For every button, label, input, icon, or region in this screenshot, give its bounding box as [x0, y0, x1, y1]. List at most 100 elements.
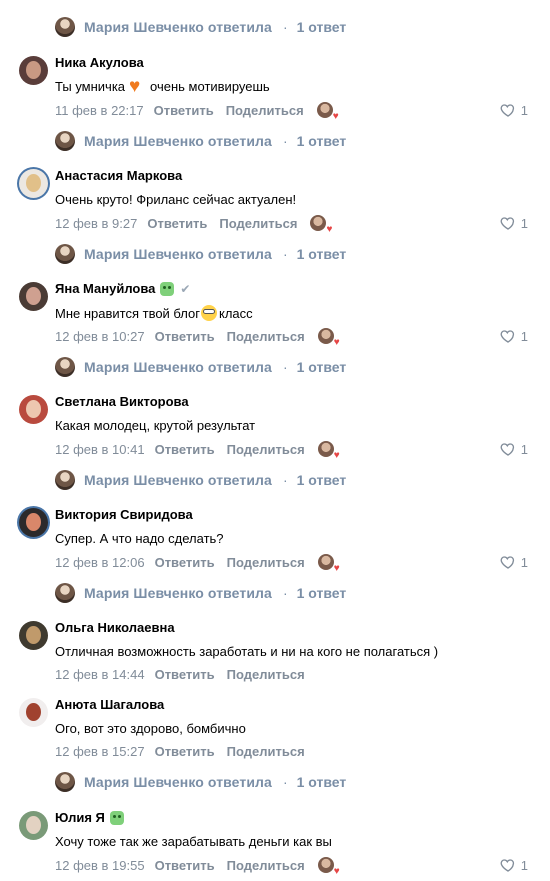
comment-date[interactable]: 12 фев в 14:44 [55, 667, 145, 682]
avatar [55, 131, 75, 151]
comment-text: Мне нравится твой блог класс [55, 305, 253, 321]
separator-dot: · [282, 133, 288, 149]
reply-count[interactable]: 1 ответ [297, 585, 347, 601]
comment-date[interactable]: 11 фев в 22:17 [55, 103, 144, 118]
reply-author: Мария Шевченко ответила [84, 585, 272, 601]
avatar [55, 583, 75, 603]
comment-author[interactable]: Виктория Свиридова [55, 507, 193, 522]
reply-button[interactable]: Ответить [155, 744, 215, 759]
comment-author[interactable]: Анюта Шагалова [55, 697, 164, 712]
comment-meta: 12 фев в 19:55 Ответить Поделиться [55, 857, 340, 877]
comment-text: Очень круто! Фриланс сейчас актуален! [55, 192, 297, 207]
comment-meta: 12 фев в 9:27 Ответить Поделиться [55, 215, 332, 235]
comment-meta: 11 фев в 22:17 Ответить Поделиться [55, 102, 339, 122]
reply-author: Мария Шевченко ответила [84, 246, 272, 262]
like-button[interactable]: 1 [500, 441, 528, 457]
avatar[interactable] [19, 395, 48, 424]
comment-author[interactable]: Яна Мануйлова ✔ [55, 281, 190, 296]
like-button[interactable]: 1 [500, 857, 528, 873]
reply-button[interactable]: Ответить [154, 103, 214, 118]
reply-author: Мария Шевченко ответила [84, 472, 272, 488]
reply-count[interactable]: 1 ответ [297, 19, 347, 35]
reply-thread-toggle[interactable]: Мария Шевченко ответила · 1 ответ [55, 357, 346, 377]
avatar[interactable] [19, 508, 48, 537]
comment-author[interactable]: Светлана Викторова [55, 394, 189, 409]
reply-button[interactable]: Ответить [155, 667, 215, 682]
reply-button[interactable]: Ответить [155, 555, 215, 570]
reply-count[interactable]: 1 ответ [297, 359, 347, 375]
like-count: 1 [520, 857, 528, 873]
author-liked-icon [317, 328, 340, 348]
avatar [55, 357, 75, 377]
reply-button[interactable]: Ответить [155, 442, 215, 457]
share-button[interactable]: Поделиться [227, 744, 305, 759]
share-button[interactable]: Поделиться [227, 329, 305, 344]
comment-date[interactable]: 12 фев в 12:06 [55, 555, 145, 570]
separator-dot: · [282, 359, 288, 375]
grin-face-emoji-icon [201, 305, 217, 321]
avatar[interactable] [19, 698, 48, 727]
comment-text: Хочу тоже так же зарабатывать деньги как… [55, 834, 332, 849]
comment-date[interactable]: 12 фев в 10:27 [55, 329, 145, 344]
comment-date[interactable]: 12 фев в 9:27 [55, 216, 137, 231]
avatar [55, 470, 75, 490]
cat-emoji-badge-icon [160, 281, 175, 296]
comment-date[interactable]: 12 фев в 19:55 [55, 858, 145, 873]
like-count: 1 [520, 441, 528, 457]
share-button[interactable]: Поделиться [227, 555, 305, 570]
reply-count[interactable]: 1 ответ [297, 246, 347, 262]
reply-thread-toggle[interactable]: Мария Шевченко ответила · 1 ответ [55, 131, 346, 151]
separator-dot: · [282, 585, 288, 601]
share-button[interactable]: Поделиться [227, 667, 305, 682]
comment-meta: 12 фев в 12:06 Ответить Поделиться [55, 554, 340, 574]
comment-author[interactable]: Ника Акулова [55, 55, 144, 70]
reply-thread-toggle[interactable]: Мария Шевченко ответила · 1 ответ [55, 470, 346, 490]
like-count: 1 [520, 215, 528, 231]
separator-dot: · [282, 774, 288, 790]
reply-author: Мария Шевченко ответила [84, 133, 272, 149]
author-liked-icon [316, 102, 339, 122]
comment-meta: 12 фев в 14:44 Ответить Поделиться [55, 667, 317, 682]
reply-author: Мария Шевченко ответила [84, 19, 272, 35]
like-count: 1 [520, 102, 528, 118]
comment-text: Ого, вот это здорово, бомбично [55, 721, 246, 736]
reply-button[interactable]: Ответить [155, 329, 215, 344]
comment-author[interactable]: Юлия Я [55, 810, 124, 825]
reply-count[interactable]: 1 ответ [297, 774, 347, 790]
comment-meta: 12 фев в 10:27 Ответить Поделиться [55, 328, 340, 348]
reply-thread-toggle[interactable]: Мария Шевченко ответила · 1 ответ [55, 583, 346, 603]
share-button[interactable]: Поделиться [219, 216, 297, 231]
comment-author[interactable]: Ольга Николаевна [55, 620, 175, 635]
reply-count[interactable]: 1 ответ [297, 133, 347, 149]
heart-outline-icon [500, 441, 516, 457]
author-liked-icon [317, 441, 340, 461]
share-button[interactable]: Поделиться [227, 858, 305, 873]
reply-thread-toggle[interactable]: Мария Шевченко ответила · 1 ответ [55, 244, 346, 264]
avatar[interactable] [19, 56, 48, 85]
reply-thread-toggle[interactable]: Мария Шевченко ответила · 1 ответ [55, 772, 346, 792]
reply-button[interactable]: Ответить [147, 216, 207, 231]
like-button[interactable]: 1 [500, 215, 528, 231]
like-button[interactable]: 1 [500, 554, 528, 570]
comments-thread: Мария Шевченко ответила · 1 ответ Ника А… [0, 0, 550, 881]
like-button[interactable]: 1 [500, 102, 528, 118]
comment-author[interactable]: Анастасия Маркова [55, 168, 182, 183]
comment-meta: 12 фев в 10:41 Ответить Поделиться [55, 441, 340, 461]
reply-thread-toggle[interactable]: Мария Шевченко ответила · 1 ответ [55, 17, 346, 37]
share-button[interactable]: Поделиться [227, 442, 305, 457]
reply-button[interactable]: Ответить [155, 858, 215, 873]
avatar[interactable] [19, 169, 48, 198]
avatar[interactable] [19, 282, 48, 311]
comment-date[interactable]: 12 фев в 15:27 [55, 744, 145, 759]
cat-emoji-badge-icon [109, 810, 124, 825]
separator-dot: · [282, 472, 288, 488]
heart-outline-icon [500, 328, 516, 344]
comment-date[interactable]: 12 фев в 10:41 [55, 442, 145, 457]
avatar[interactable] [19, 621, 48, 650]
author-liked-icon [317, 857, 340, 877]
avatar[interactable] [19, 811, 48, 840]
avatar [55, 17, 75, 37]
like-button[interactable]: 1 [500, 328, 528, 344]
reply-count[interactable]: 1 ответ [297, 472, 347, 488]
share-button[interactable]: Поделиться [226, 103, 304, 118]
